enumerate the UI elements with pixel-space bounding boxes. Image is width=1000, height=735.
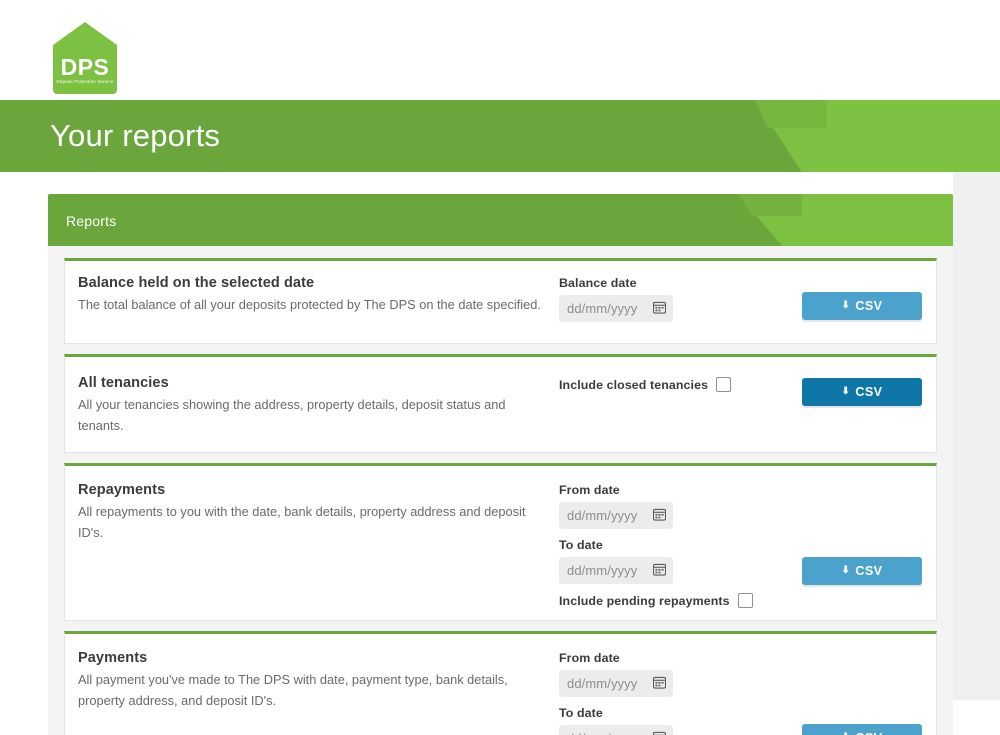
report-title: Repayments [78, 482, 166, 499]
balance-date-input[interactable]: dd/mm/yyyy [559, 295, 673, 322]
report-title: Payments [78, 650, 148, 667]
to-date-label: To date [559, 538, 603, 553]
report-description: All repayments to you with the date, ban… [78, 504, 526, 541]
download-arrow-icon: ⬇ [841, 565, 851, 577]
include-closed-tenancies-label: Include closed tenancies [559, 377, 709, 392]
report-controls: Include closed tenancies [559, 375, 799, 436]
banner-wedge-right [822, 100, 1000, 172]
repayments-to-date-input[interactable]: dd/mm/yyyy [559, 557, 673, 585]
reports-card-title: Reports [66, 213, 117, 229]
report-description: All payment you've made to The DPS with … [78, 672, 508, 709]
include-pending-repayments-row: Include pending repayments [559, 593, 799, 609]
report-info: Repayments All repayments to you with th… [65, 482, 559, 608]
card-header-wedge-accent [738, 194, 802, 216]
report-controls: From date dd/mm/yyyy [559, 482, 799, 609]
top-bar: DPS Deposit Protection Service Home View… [0, 0, 1000, 132]
include-closed-tenancies-row: Include closed tenancies [559, 377, 799, 392]
download-arrow-icon: ⬇ [841, 300, 851, 311]
to-date-placeholder: dd/mm/yyyy [567, 563, 638, 579]
report-title: Balance held on the selected date [78, 275, 315, 291]
report-title: All tenancies [78, 375, 169, 391]
from-date-label: From date [559, 483, 620, 498]
report-description: The total balance of all your deposits p… [78, 297, 541, 312]
report-description: All your tenancies showing the address, … [78, 397, 506, 433]
calendar-icon[interactable] [652, 508, 667, 526]
include-pending-repayments-label: Include pending repayments [559, 593, 730, 608]
report-row-balance: Balance held on the selected date The to… [64, 258, 937, 344]
from-date-placeholder: dd/mm/yyyy [567, 676, 638, 692]
csv-button-label: CSV [855, 299, 883, 313]
download-csv-button[interactable]: ⬇ CSV [802, 724, 922, 735]
page-banner: Your reports [0, 100, 1000, 172]
report-info: Payments All payment you've made to The … [65, 650, 559, 735]
report-row-payments: Payments All payment you've made to The … [64, 631, 937, 735]
download-csv-button[interactable]: ⬇ CSV [802, 292, 922, 320]
dps-logo[interactable]: DPS Deposit Protection Service [53, 22, 117, 94]
report-row-all-tenancies: All tenancies All your tenancies showing… [64, 354, 937, 454]
csv-button-label: CSV [855, 731, 882, 735]
csv-button-label: CSV [855, 564, 883, 579]
logo-tagline: Deposit Protection Service [56, 79, 114, 84]
page-title: Your reports [50, 118, 221, 153]
balance-date-label: Balance date [559, 276, 637, 290]
report-info: Balance held on the selected date The to… [65, 275, 559, 331]
report-row-repayments: Repayments All repayments to you with th… [64, 463, 937, 622]
calendar-icon[interactable] [652, 563, 667, 581]
from-date-placeholder: dd/mm/yyyy [567, 508, 638, 524]
report-action: ⬇ CSV [799, 375, 936, 436]
report-action: ⬇ CSV [799, 275, 936, 331]
reports-list: Balance held on the selected date The to… [48, 246, 953, 735]
report-action: ⬇ CSV [799, 650, 936, 735]
calendar-icon[interactable] [652, 731, 667, 735]
reports-card-header: Reports [48, 194, 953, 246]
to-date-placeholder: dd/mm/yyyy [567, 731, 637, 735]
csv-button-label: CSV [855, 385, 883, 399]
banner-wedge-accent [755, 100, 827, 128]
report-controls: From date dd/mm/yyyy [559, 650, 799, 735]
report-controls: Balance date dd/mm/yyyy [559, 275, 799, 331]
card-header-wedge-right [796, 194, 953, 246]
page-body: Reports Balance held on the selected dat… [0, 172, 1000, 735]
from-date-label: From date [559, 651, 620, 666]
include-closed-tenancies-checkbox[interactable] [716, 377, 732, 392]
to-date-label: To date [559, 706, 603, 721]
balance-date-placeholder: dd/mm/yyyy [567, 301, 638, 316]
payments-to-date-input[interactable]: dd/mm/yyyy [559, 725, 673, 735]
payments-from-date-input[interactable]: dd/mm/yyyy [559, 670, 673, 698]
calendar-icon[interactable] [652, 301, 667, 319]
include-pending-repayments-checkbox[interactable] [737, 593, 753, 609]
logo-wordmark: DPS [60, 54, 110, 80]
calendar-icon[interactable] [652, 676, 667, 694]
download-arrow-icon: ⬇ [841, 386, 851, 397]
repayments-from-date-input[interactable]: dd/mm/yyyy [559, 502, 673, 530]
download-csv-button[interactable]: ⬇ CSV [802, 378, 922, 406]
reports-card: Reports Balance held on the selected dat… [48, 194, 953, 735]
download-csv-button[interactable]: ⬇ CSV [802, 557, 922, 586]
report-action: ⬇ CSV [799, 482, 936, 608]
right-gutter [953, 172, 1000, 700]
report-info: All tenancies All your tenancies showing… [65, 375, 559, 436]
